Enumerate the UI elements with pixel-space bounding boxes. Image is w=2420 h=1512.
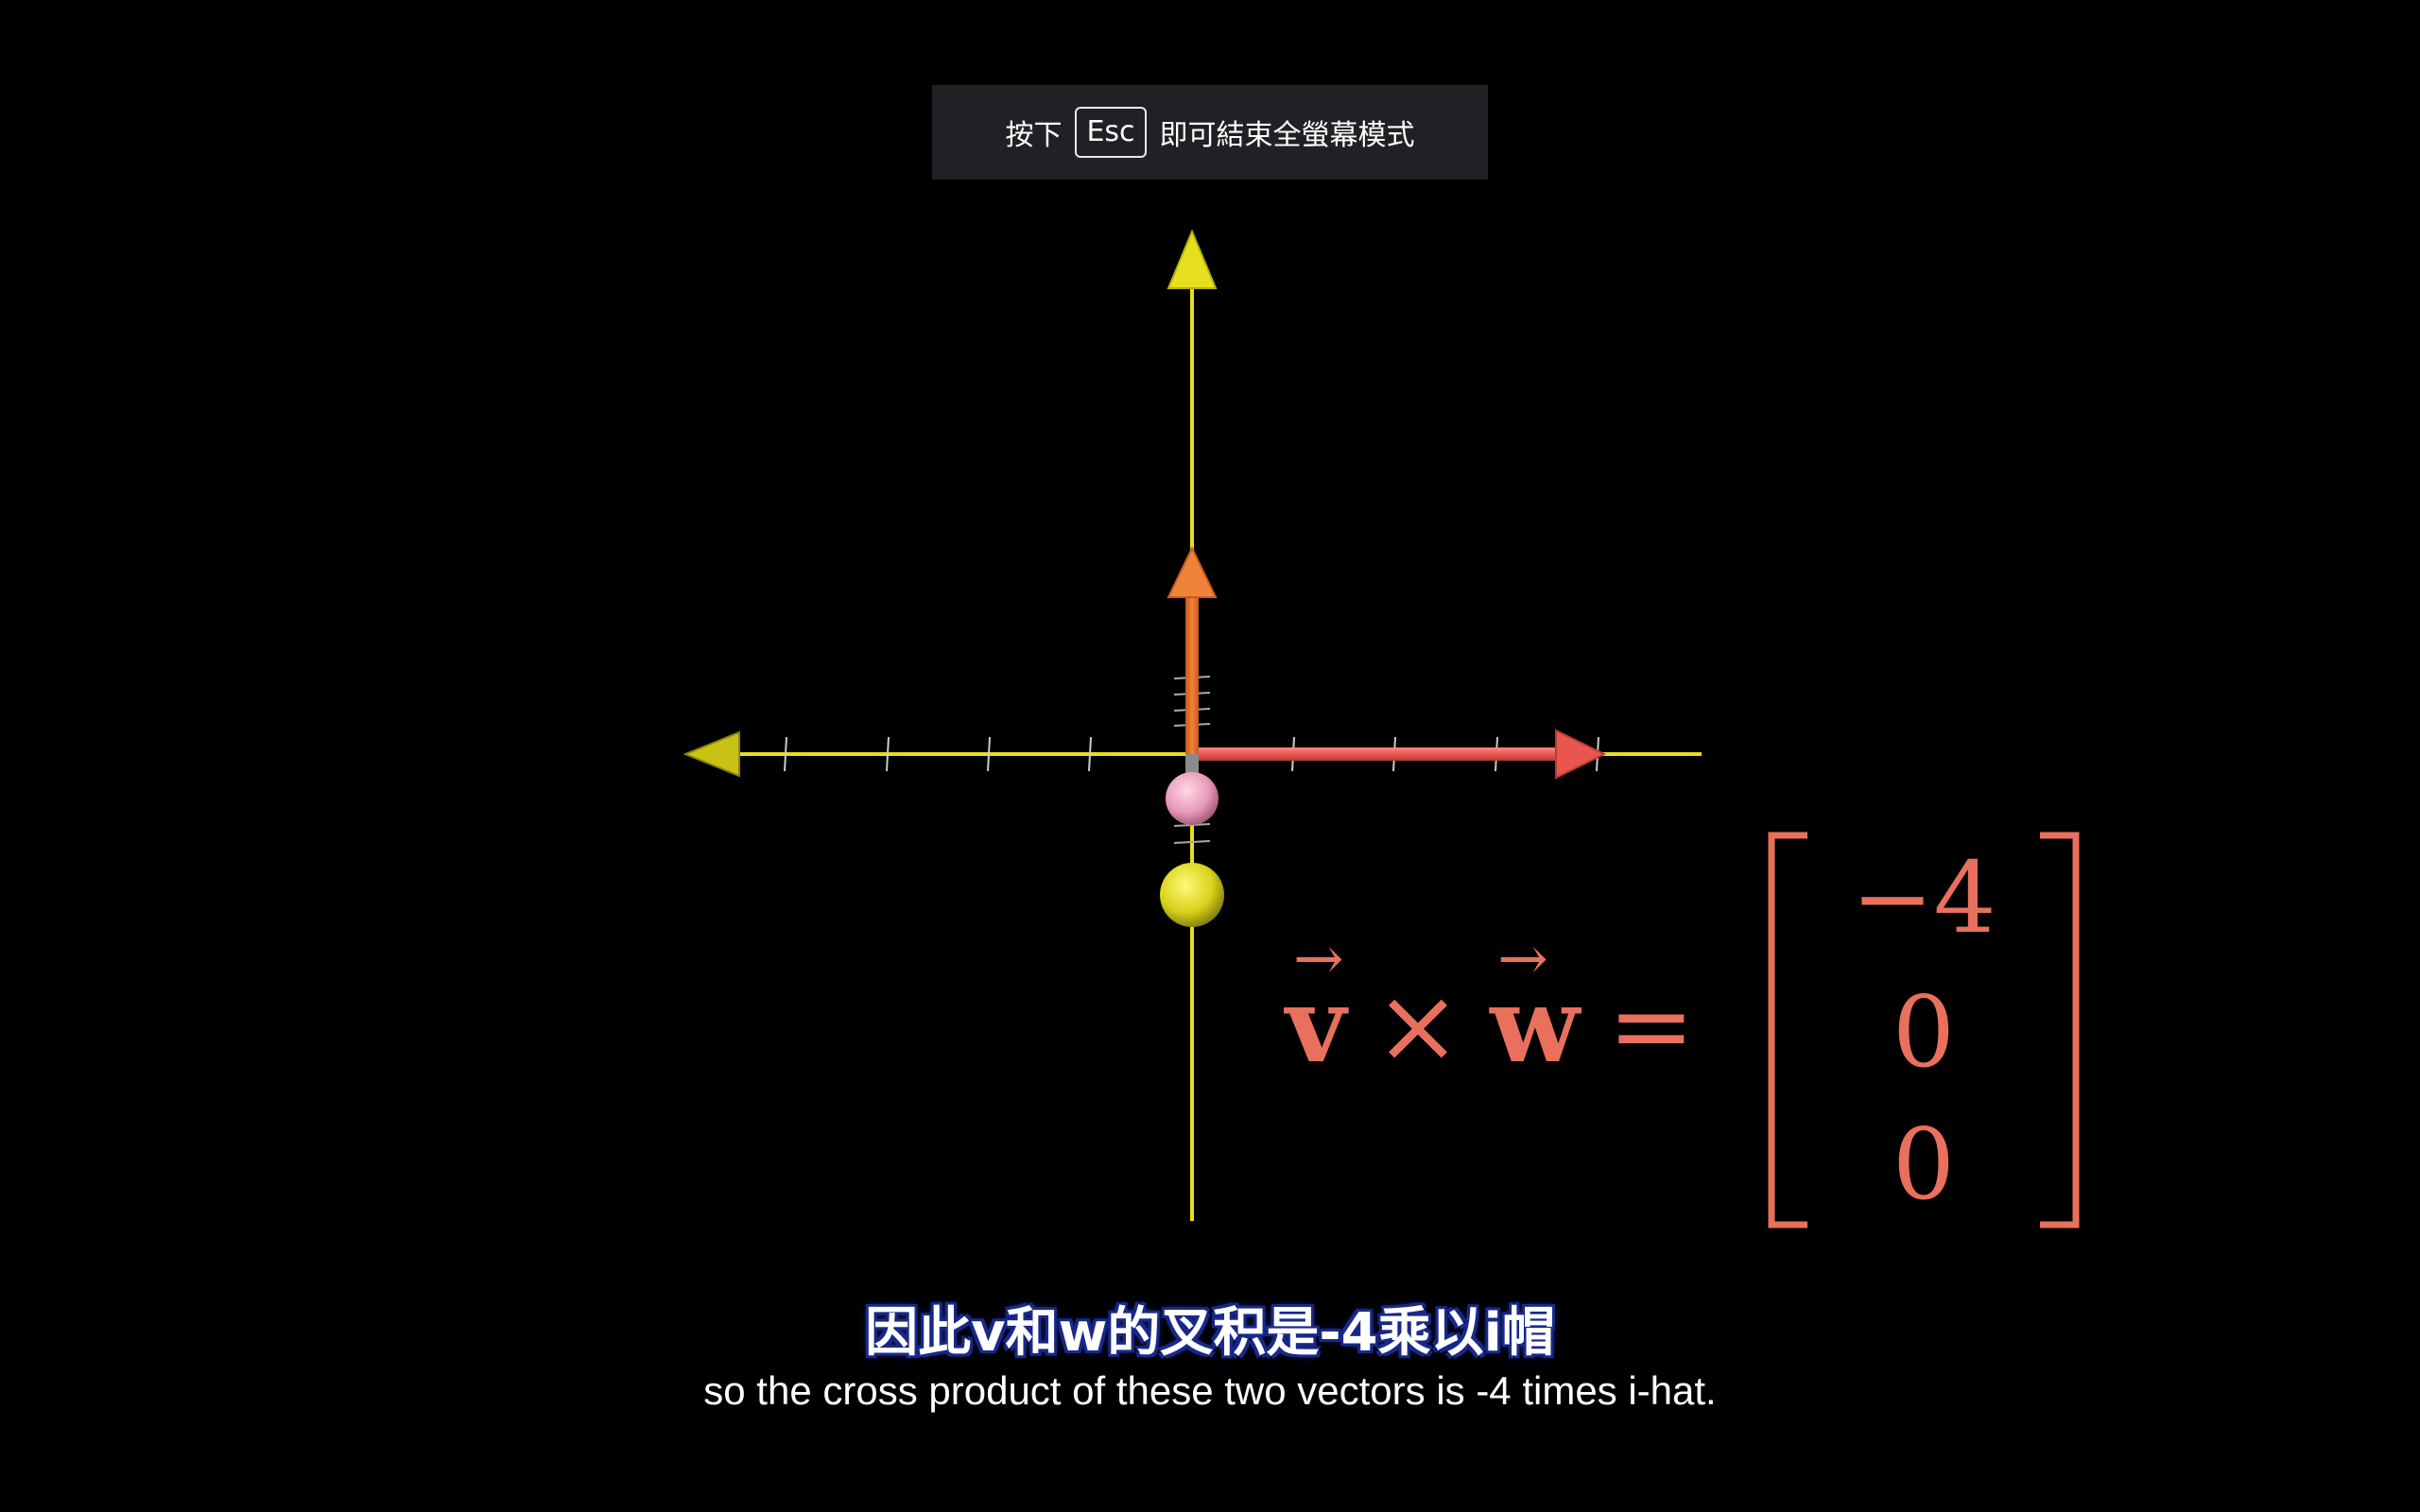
subtitle-english: so the cross product of these two vector… bbox=[703, 1368, 1717, 1413]
vertical-axis-arrowhead bbox=[1167, 229, 1218, 289]
vector-arrow-icon: → bbox=[1293, 924, 1344, 994]
horizontal-axis-arrowhead bbox=[683, 730, 740, 778]
pink-sphere bbox=[1166, 772, 1219, 825]
origin-stub bbox=[1185, 754, 1199, 775]
equals-symbol: = bbox=[1607, 965, 1695, 1086]
vector-w-symbol: → w bbox=[1490, 924, 1580, 1086]
vector-arrow-icon: → bbox=[1497, 924, 1548, 994]
video-frame[interactable]: 按下 Esc 即可結束全螢幕模式 → v × → w = −4 0 0 因此v和… bbox=[0, 0, 2420, 1512]
cross-symbol: × bbox=[1374, 965, 1462, 1086]
orange-vector-shaft bbox=[1185, 586, 1199, 754]
orange-vector-head bbox=[1167, 545, 1218, 598]
subtitle-chinese: 因此v和w的叉积是-4乘以i帽 bbox=[865, 1302, 1555, 1364]
matrix-entry-z: 0 bbox=[1892, 1107, 1956, 1222]
matrix-entry-x: −4 bbox=[1851, 840, 1996, 955]
matrix-entry-y: 0 bbox=[1892, 974, 1956, 1090]
3d-scene bbox=[683, 229, 1702, 1221]
yellow-sphere bbox=[1160, 863, 1224, 927]
result-matrix: −4 0 0 bbox=[1796, 832, 2051, 1228]
red-vector-shaft bbox=[1192, 747, 1570, 761]
vector-v-symbol: → v bbox=[1286, 924, 1346, 1086]
